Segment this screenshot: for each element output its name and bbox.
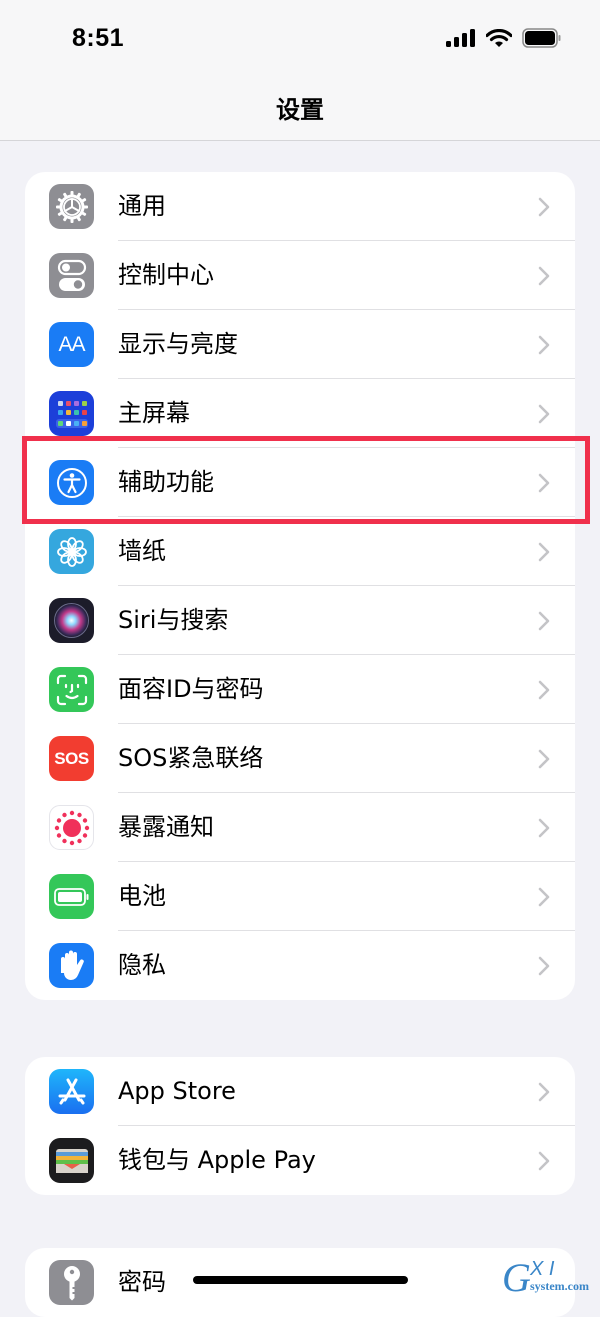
- settings-item-label: 辅助功能: [118, 468, 214, 496]
- settings-item-siri-search[interactable]: Siri与搜索: [25, 586, 575, 655]
- settings-item-label: 面容ID与密码: [118, 675, 264, 703]
- settings-item-emergency-sos[interactable]: SOS SOS紧急联络: [25, 724, 575, 793]
- svg-text:X I: X I: [529, 1258, 555, 1280]
- app-store-icon: [49, 1069, 94, 1114]
- home-screen-grid-icon: [49, 391, 94, 436]
- home-indicator: [193, 1276, 408, 1284]
- chevron-right-icon: [538, 680, 550, 700]
- settings-item-label: 通用: [118, 192, 166, 220]
- watermark-domain: system.com: [530, 1279, 589, 1293]
- chevron-right-icon: [538, 335, 550, 355]
- settings-item-display-brightness[interactable]: AA 显示与亮度: [25, 310, 575, 379]
- chevron-right-icon: [538, 1151, 550, 1171]
- key-icon: [49, 1260, 94, 1305]
- settings-item-label: 控制中心: [118, 261, 214, 289]
- chevron-right-icon: [538, 404, 550, 424]
- settings-item-home-screen[interactable]: 主屏幕: [25, 379, 575, 448]
- settings-item-label: App Store: [118, 1077, 236, 1105]
- chevron-right-icon: [538, 473, 550, 493]
- battery-setting-icon: [49, 874, 94, 919]
- accessibility-icon: [49, 460, 94, 505]
- settings-item-exposure-notifications[interactable]: 暴露通知: [25, 793, 575, 862]
- settings-item-label: 密码: [118, 1268, 166, 1296]
- settings-item-label: 暴露通知: [118, 813, 214, 841]
- wallpaper-flower-icon: [49, 529, 94, 574]
- exposure-notification-icon: [49, 805, 94, 850]
- cellular-signal-icon: [446, 29, 475, 47]
- settings-item-label: 显示与亮度: [118, 330, 238, 358]
- settings-item-label: Siri与搜索: [118, 606, 229, 634]
- chevron-right-icon: [538, 542, 550, 562]
- settings-item-label: 墙纸: [118, 537, 166, 565]
- chevron-right-icon: [538, 1082, 550, 1102]
- text-size-aa-icon: AA: [49, 322, 94, 367]
- settings-item-wallet-apple-pay[interactable]: 钱包与 Apple Pay: [25, 1126, 575, 1195]
- chevron-right-icon: [538, 197, 550, 217]
- chevron-right-icon: [538, 956, 550, 976]
- sos-icon-text: SOS: [54, 748, 89, 768]
- watermark-logo: G X I GXI网 system.com: [500, 1255, 600, 1300]
- settings-item-wallpaper[interactable]: 墙纸: [25, 517, 575, 586]
- settings-item-face-id-passcode[interactable]: 面容ID与密码: [25, 655, 575, 724]
- settings-item-app-store[interactable]: App Store: [25, 1057, 575, 1126]
- settings-item-privacy[interactable]: 隐私: [25, 931, 575, 1000]
- battery-icon: [522, 28, 561, 48]
- settings-item-label: 电池: [118, 882, 166, 910]
- privacy-hand-icon: [49, 943, 94, 988]
- settings-item-battery[interactable]: 电池: [25, 862, 575, 931]
- chevron-right-icon: [538, 749, 550, 769]
- chevron-right-icon: [538, 611, 550, 631]
- settings-group-store-wallet: App Store 钱包与 Apple Pay: [25, 1057, 575, 1195]
- chevron-right-icon: [538, 266, 550, 286]
- wifi-icon: [486, 28, 512, 47]
- face-id-icon: [49, 667, 94, 712]
- settings-item-label: 钱包与 Apple Pay: [118, 1146, 316, 1174]
- sos-icon: SOS: [49, 736, 94, 781]
- svg-text:G: G: [502, 1255, 531, 1298]
- settings-item-general[interactable]: 通用: [25, 172, 575, 241]
- page-title: 设置: [276, 96, 324, 124]
- wallet-icon: [49, 1138, 94, 1183]
- settings-group-main: 通用 控制中心 AA 显示与亮度 主屏幕 辅助功能 墙纸 Siri与搜索 面容I…: [25, 172, 575, 1000]
- toggle-switches-icon: [49, 253, 94, 298]
- settings-item-label: SOS紧急联络: [118, 744, 264, 772]
- chevron-right-icon: [538, 818, 550, 838]
- gear-icon: [49, 184, 94, 229]
- navigation-bar: 设置: [0, 80, 600, 141]
- status-time: 8:51: [72, 24, 125, 52]
- status-bar: 8:51: [0, 0, 600, 80]
- settings-item-label: 主屏幕: [118, 399, 190, 427]
- settings-item-control-center[interactable]: 控制中心: [25, 241, 575, 310]
- chevron-right-icon: [538, 887, 550, 907]
- settings-item-label: 隐私: [118, 951, 166, 979]
- siri-icon: [49, 598, 94, 643]
- settings-item-accessibility[interactable]: 辅助功能: [25, 448, 575, 517]
